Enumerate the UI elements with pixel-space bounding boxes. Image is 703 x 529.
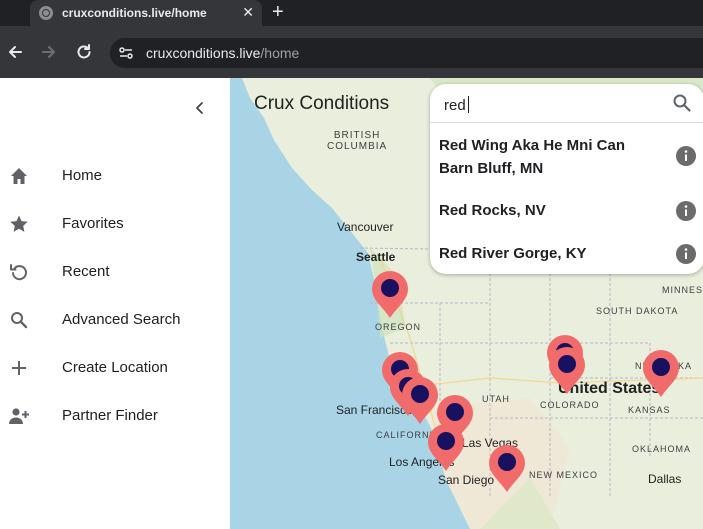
text-caret: [467, 96, 469, 113]
search-result-name: Red Rocks, NV: [439, 202, 546, 219]
info-icon[interactable]: [676, 146, 696, 166]
globe-icon: [39, 6, 53, 20]
info-icon[interactable]: [676, 244, 696, 264]
tab-title: cruxconditions.live/home: [62, 6, 207, 20]
map-label-kansas: KANSAS: [628, 405, 671, 415]
reload-icon[interactable]: [73, 41, 95, 63]
url-path: /home: [260, 45, 300, 61]
search-result-item[interactable]: Red Wing Aka He Mni Can Barn Bluff, MN: [430, 132, 703, 182]
sidebar-item-label: Advanced Search: [62, 311, 181, 328]
map-pin-marker[interactable]: [641, 349, 681, 399]
sidebar-item-partner-finder[interactable]: Partner Finder: [0, 396, 230, 436]
map-label-vancouver: Vancouver: [337, 220, 394, 234]
sidebar-item-home[interactable]: Home: [0, 156, 230, 196]
map-label-new-mexico: NEW MEXICO: [529, 470, 599, 480]
star-icon: [10, 215, 28, 232]
sidebar-item-favorites[interactable]: Favorites: [0, 204, 230, 244]
search-result-item[interactable]: Red Rocks, NV: [430, 199, 703, 224]
sidebar-item-recent[interactable]: Recent: [0, 252, 230, 292]
map-label-british-columbia: BRITISH COLUMBIA: [327, 130, 388, 152]
new-tab-button[interactable]: +: [272, 1, 284, 23]
map-pin-marker[interactable]: [487, 444, 527, 494]
map-pin-marker[interactable]: [547, 346, 587, 396]
search-icon[interactable]: [672, 93, 692, 113]
map-label-dallas: Dallas: [648, 472, 682, 486]
history-icon: [10, 264, 27, 281]
map-label-seattle: Seattle: [356, 250, 396, 264]
search-input[interactable]: red: [430, 84, 703, 123]
add-person-icon: [9, 408, 29, 424]
search-result-name: Red Wing Aka He Mni Can Barn Bluff, MN: [439, 137, 625, 177]
map-label-colorado: COLORADO: [540, 400, 600, 410]
browser-toolbar: cruxconditions.live/home: [0, 26, 703, 78]
search-result-name: Red River Gorge, KY: [439, 245, 587, 262]
map-label-san-diego: San Diego: [438, 473, 495, 487]
map-pin-marker[interactable]: [400, 376, 440, 426]
url-text: cruxconditions.live/home: [146, 45, 299, 61]
site-settings-icon[interactable]: [118, 45, 134, 61]
map-pin-marker[interactable]: [370, 270, 410, 320]
search-icon: [11, 312, 28, 329]
location-search-panel: red Red Wing Aka He Mni Can Barn Bluff, …: [430, 84, 703, 274]
back-arrow-icon[interactable]: [4, 41, 26, 63]
sidebar-item-label: Partner Finder: [62, 407, 158, 424]
map-pin-marker[interactable]: [426, 423, 466, 473]
map-label-utah: UTAH: [482, 394, 510, 404]
info-icon[interactable]: [676, 201, 696, 221]
collapse-sidebar-chevron-icon[interactable]: [192, 100, 208, 116]
search-query-value: red: [444, 97, 466, 114]
sidebar-item-advanced-search[interactable]: Advanced Search: [0, 300, 230, 340]
map-label-oklahoma: OKLAHOMA: [632, 444, 692, 454]
map-label-minnesota: MINNESOTA: [662, 285, 703, 295]
search-result-item[interactable]: Red River Gorge, KY: [430, 242, 703, 267]
sidebar-item-label: Home: [62, 167, 103, 184]
browser-tab[interactable]: cruxconditions.live/home ✕: [30, 0, 262, 26]
map-title: Crux Conditions: [254, 93, 390, 114]
browser-tab-strip: cruxconditions.live/home ✕ +: [0, 0, 703, 26]
url-host: cruxconditions.live: [146, 45, 261, 61]
map-label-oregon: OREGON: [375, 322, 422, 332]
sidebar-item-create-location[interactable]: Create Location: [0, 348, 230, 388]
home-icon: [11, 168, 27, 184]
map-label-south-dakota: SOUTH DAKOTA: [596, 306, 679, 316]
forward-arrow-icon[interactable]: [38, 41, 60, 63]
plus-icon: [12, 361, 26, 375]
search-query-text[interactable]: red: [444, 96, 469, 114]
sidebar-item-label: Favorites: [62, 215, 124, 232]
sidebar: Home Favorites Recent Advanced Search Cr…: [0, 78, 230, 529]
close-tab-icon[interactable]: ✕: [242, 4, 254, 21]
address-bar[interactable]: cruxconditions.live/home: [110, 38, 703, 68]
sidebar-item-label: Create Location: [62, 359, 168, 376]
sidebar-item-label: Recent: [62, 263, 110, 280]
